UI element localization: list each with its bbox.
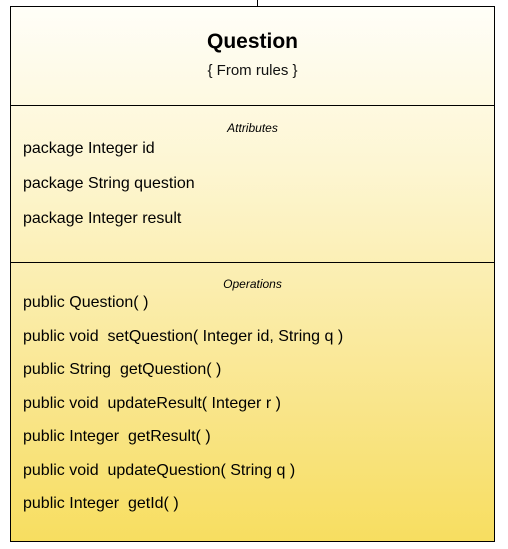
operation-item: public Integer getId( ) xyxy=(23,495,179,512)
operation-item: public Integer getResult( ) xyxy=(23,428,211,445)
operations-compartment: Operations public Question( ) public voi… xyxy=(11,263,494,521)
class-header: Question { From rules } xyxy=(11,7,494,106)
attribute-item: package Integer result xyxy=(23,210,182,227)
operation-item: public void setQuestion( Integer id, Str… xyxy=(23,327,344,345)
operation-item: public void updateQuestion( String q ) xyxy=(23,461,296,479)
attributes-compartment: Attributes package Integer id package St… xyxy=(11,106,494,263)
operation-item: public Question( ) xyxy=(23,294,149,311)
class-name: Question xyxy=(206,30,298,53)
class-stereotype: { From rules } xyxy=(207,62,298,79)
operation-item: public String getQuestion( ) xyxy=(23,361,222,378)
operation-item: public void updateResult( Integer r ) xyxy=(23,394,281,412)
uml-class-box[interactable]: Question { From rules } Attributes packa… xyxy=(10,6,495,542)
attribute-item: package Integer id xyxy=(23,140,155,157)
attribute-item: package String question xyxy=(23,175,195,192)
